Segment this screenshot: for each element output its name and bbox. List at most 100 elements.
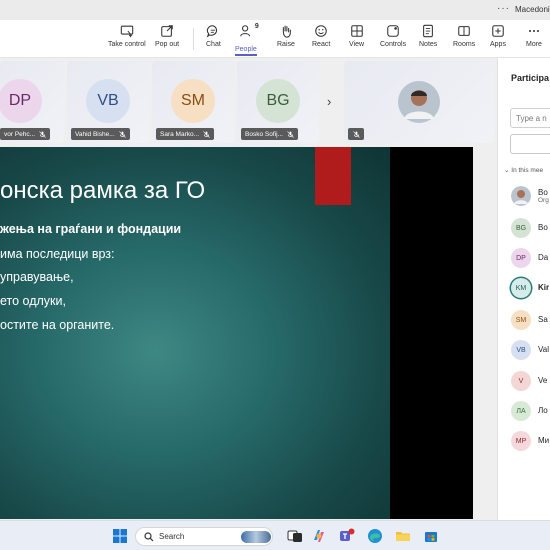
next-participants-chevron-icon[interactable]: › [327,94,331,109]
pop-out-label: Pop out [155,41,180,48]
participant-name: Val [538,345,549,354]
participant-name: Kir [538,283,550,292]
slide-line: жења на граѓани и фондации [0,222,182,236]
people-button[interactable]: 9 People [235,23,259,56]
participant-name: Sara Marko... [160,130,200,138]
letterbox-panel [390,147,473,519]
participant-name: Bo [538,223,548,232]
rooms-button[interactable]: Rooms [453,24,475,56]
raise-hand-button[interactable]: Raise [277,24,295,56]
raise-hand-icon [282,25,291,38]
search-icon [144,532,154,542]
task-view-icon[interactable] [287,528,303,544]
slide-line: има последици врз: [0,247,115,261]
participant-photo [398,81,440,123]
mic-status [348,128,364,140]
apps-button[interactable]: Apps [490,24,506,56]
microsoft-store-icon[interactable] [423,528,439,544]
avatar: MP [511,431,531,451]
participant-name: vor Pehc... [4,130,36,138]
file-explorer-icon[interactable] [395,528,411,544]
apps-label: Apps [490,41,506,48]
people-count-badge: 9 [254,23,259,30]
rooms-label: Rooms [453,41,476,48]
smiley-icon [315,25,327,37]
avatar: ЛА [511,401,531,421]
copilot-icon[interactable] [311,528,327,544]
avatar: BG [256,79,300,123]
participant-name: Ло [538,406,548,415]
participant-name-pill: Sara Marko... [156,128,215,140]
more-options-icon[interactable]: ··· [497,3,510,14]
take-control-label: Take control [108,41,146,48]
participant-name: Bo [538,188,548,197]
participant-name: Vahid Bishe... [75,130,115,138]
participant-search-input[interactable]: Type a n [510,108,550,128]
share-invite-button[interactable] [510,134,550,154]
edge-browser-icon[interactable] [367,528,383,544]
take-control-button[interactable]: Take control [108,24,146,56]
window-titlebar: ··· Macedonia [0,0,550,20]
avatar: VB [511,340,531,360]
stage-gap [473,147,497,519]
pop-out-button[interactable]: Pop out [155,24,179,56]
mic-off-icon [118,130,126,138]
chat-button[interactable]: Chat [206,24,221,56]
mic-off-icon [39,130,46,138]
participant-tile[interactable]: DP vor Pehc... [0,61,64,143]
teams-icon[interactable] [339,528,355,544]
mic-off-icon [352,130,360,138]
meeting-toolbar: Take control Pop out Chat 9 People Raise… [0,20,550,58]
participant-name: Ми [538,436,550,445]
participant-tile[interactable]: VB Vahid Bishe... [67,61,149,143]
slide-red-accent [315,147,351,205]
chat-label: Chat [206,41,221,48]
taskbar-search-box[interactable]: Search [135,527,273,546]
view-label: View [349,41,365,48]
participant-name-pill: Vahid Bishe... [71,128,130,140]
slide-line: остите на органите. [0,318,115,332]
react-label: React [312,41,331,48]
notes-icon [423,24,434,38]
view-button[interactable]: View [349,24,364,56]
avatar: DP [0,79,42,123]
controls-icon [387,25,399,37]
participant-role: Org [538,197,549,204]
toolbar-divider [193,28,194,50]
participant-tile[interactable]: SM Sara Marko... [152,61,234,143]
mic-off-icon [203,130,210,138]
participant-name: Sa [538,315,548,324]
add-apps-icon [492,25,504,37]
people-icon [240,25,250,37]
in-meeting-section-header[interactable]: ⌄ In this mee [504,166,543,174]
taskbar-search-label: Search [159,532,185,541]
slide-line: ето одлуки, [0,294,66,308]
avatar: V [511,371,531,391]
avatar: KM [511,278,531,298]
avatar: BG [511,218,531,238]
take-control-icon [120,25,134,38]
participants-panel-title: Participa [511,73,550,83]
participant-tile-video[interactable] [344,61,494,143]
chat-icon [207,25,218,38]
slide-title: онска рамка за ГО [0,177,206,204]
windows-start-icon[interactable] [112,528,128,544]
windows-taskbar: Search [0,520,550,550]
raise-label: Raise [277,41,295,48]
notes-button[interactable]: Notes [419,24,437,56]
react-button[interactable]: React [312,24,330,56]
avatar: VB [86,79,130,123]
avatar: SM [171,79,215,123]
in-meeting-label: In this mee [511,167,544,174]
grid-view-icon [350,25,363,37]
participants-panel: Participa Type a n ⌄ In this mee Bo Org … [497,58,550,520]
more-button[interactable]: More [526,24,542,56]
ellipsis-icon [528,29,539,33]
controls-button[interactable]: Controls [380,24,406,56]
slide-line: управување, [0,270,74,284]
search-highlight-image [241,531,271,543]
people-label: People [235,46,257,53]
participant-tile[interactable]: BG Bosko Sofij... [237,61,319,143]
participant-photo [511,186,531,206]
rooms-icon [458,26,470,36]
